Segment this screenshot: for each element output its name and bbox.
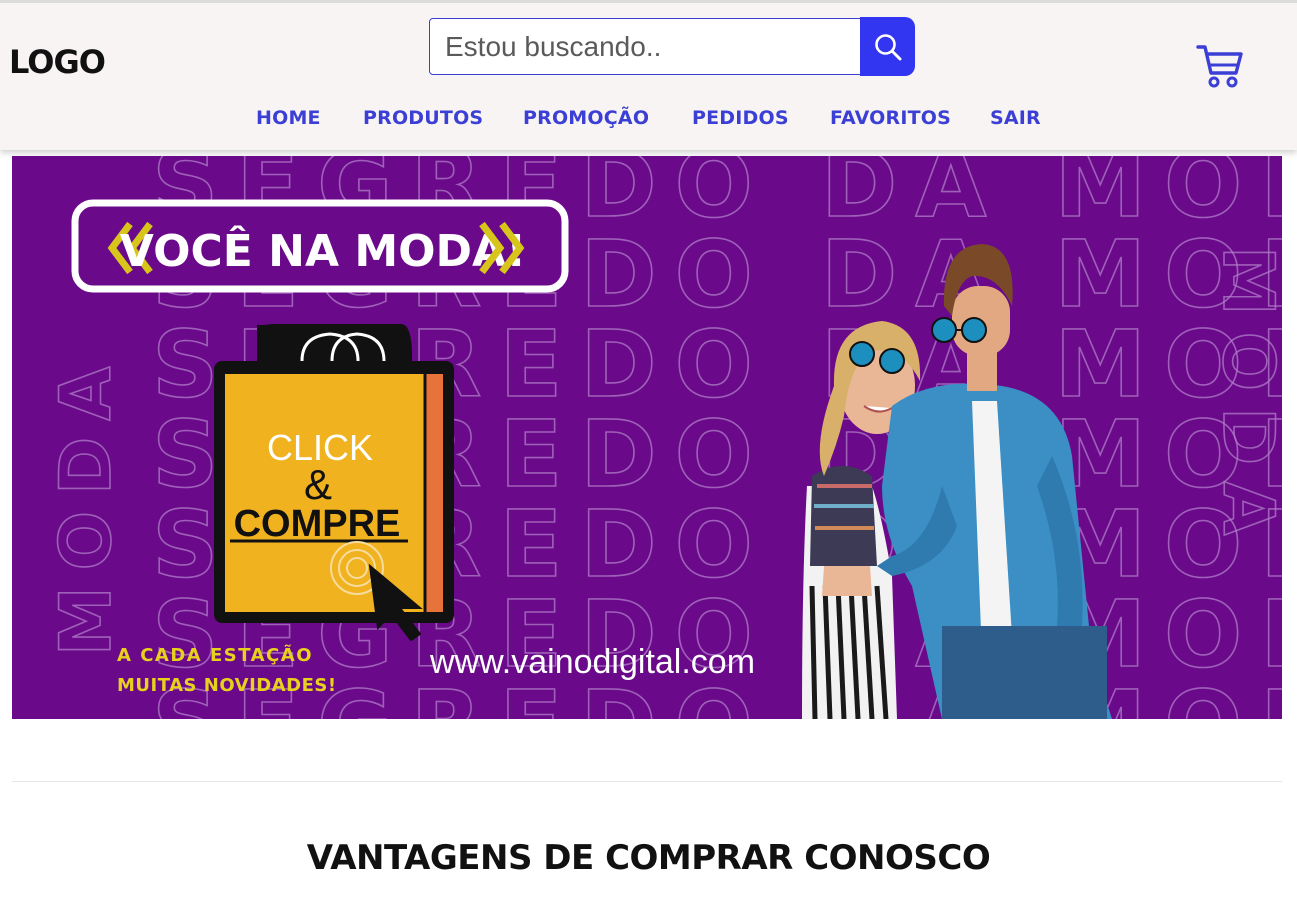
tagline-line-1: A CADA ESTAÇÃO (117, 643, 313, 666)
headline-badge: VOCÊ NA MODA! (71, 199, 569, 293)
website-url: www.vainodigital.com (429, 643, 755, 681)
headline-text: VOCÊ NA MODA! (120, 224, 526, 277)
search-input[interactable] (429, 18, 863, 75)
search-bar (429, 17, 915, 76)
cart-button[interactable] (1196, 43, 1244, 89)
bag-text-and: & (304, 461, 332, 508)
cart-icon (1196, 45, 1243, 88)
logo[interactable]: LOGO (9, 43, 106, 81)
background-vertical-right: MODA (1207, 246, 1282, 551)
search-button[interactable] (860, 17, 915, 76)
site-header: LOGO HOME PRODUTOS PROMOÇÃO PEDIDOS FAVO… (0, 0, 1297, 150)
nav-promocao[interactable]: PROMOÇÃO (523, 107, 649, 129)
bag-text-compre: COMPRE (234, 503, 401, 545)
tagline-line-2: MUITAS NOVIDADES! (117, 675, 337, 696)
main-nav: HOME PRODUTOS PROMOÇÃO PEDIDOS FAVORITOS… (0, 107, 1297, 133)
nav-produtos[interactable]: PRODUTOS (363, 107, 483, 129)
hero-banner[interactable]: SEGREDO DA MODA SEGREDO DA MODA SEGREDO … (12, 156, 1282, 719)
nav-sair[interactable]: SAIR (990, 107, 1041, 129)
nav-pedidos[interactable]: PEDIDOS (692, 107, 789, 129)
section-divider (12, 781, 1282, 782)
section-title: VANTAGENS DE COMPRAR CONOSCO (306, 838, 991, 878)
search-icon (874, 33, 901, 60)
nav-favoritos[interactable]: FAVORITOS (830, 107, 951, 129)
background-vertical-left: MODA (45, 351, 127, 656)
shopping-bag-illustration: CLICK & COMPRE (214, 324, 454, 642)
nav-home[interactable]: HOME (256, 107, 321, 129)
